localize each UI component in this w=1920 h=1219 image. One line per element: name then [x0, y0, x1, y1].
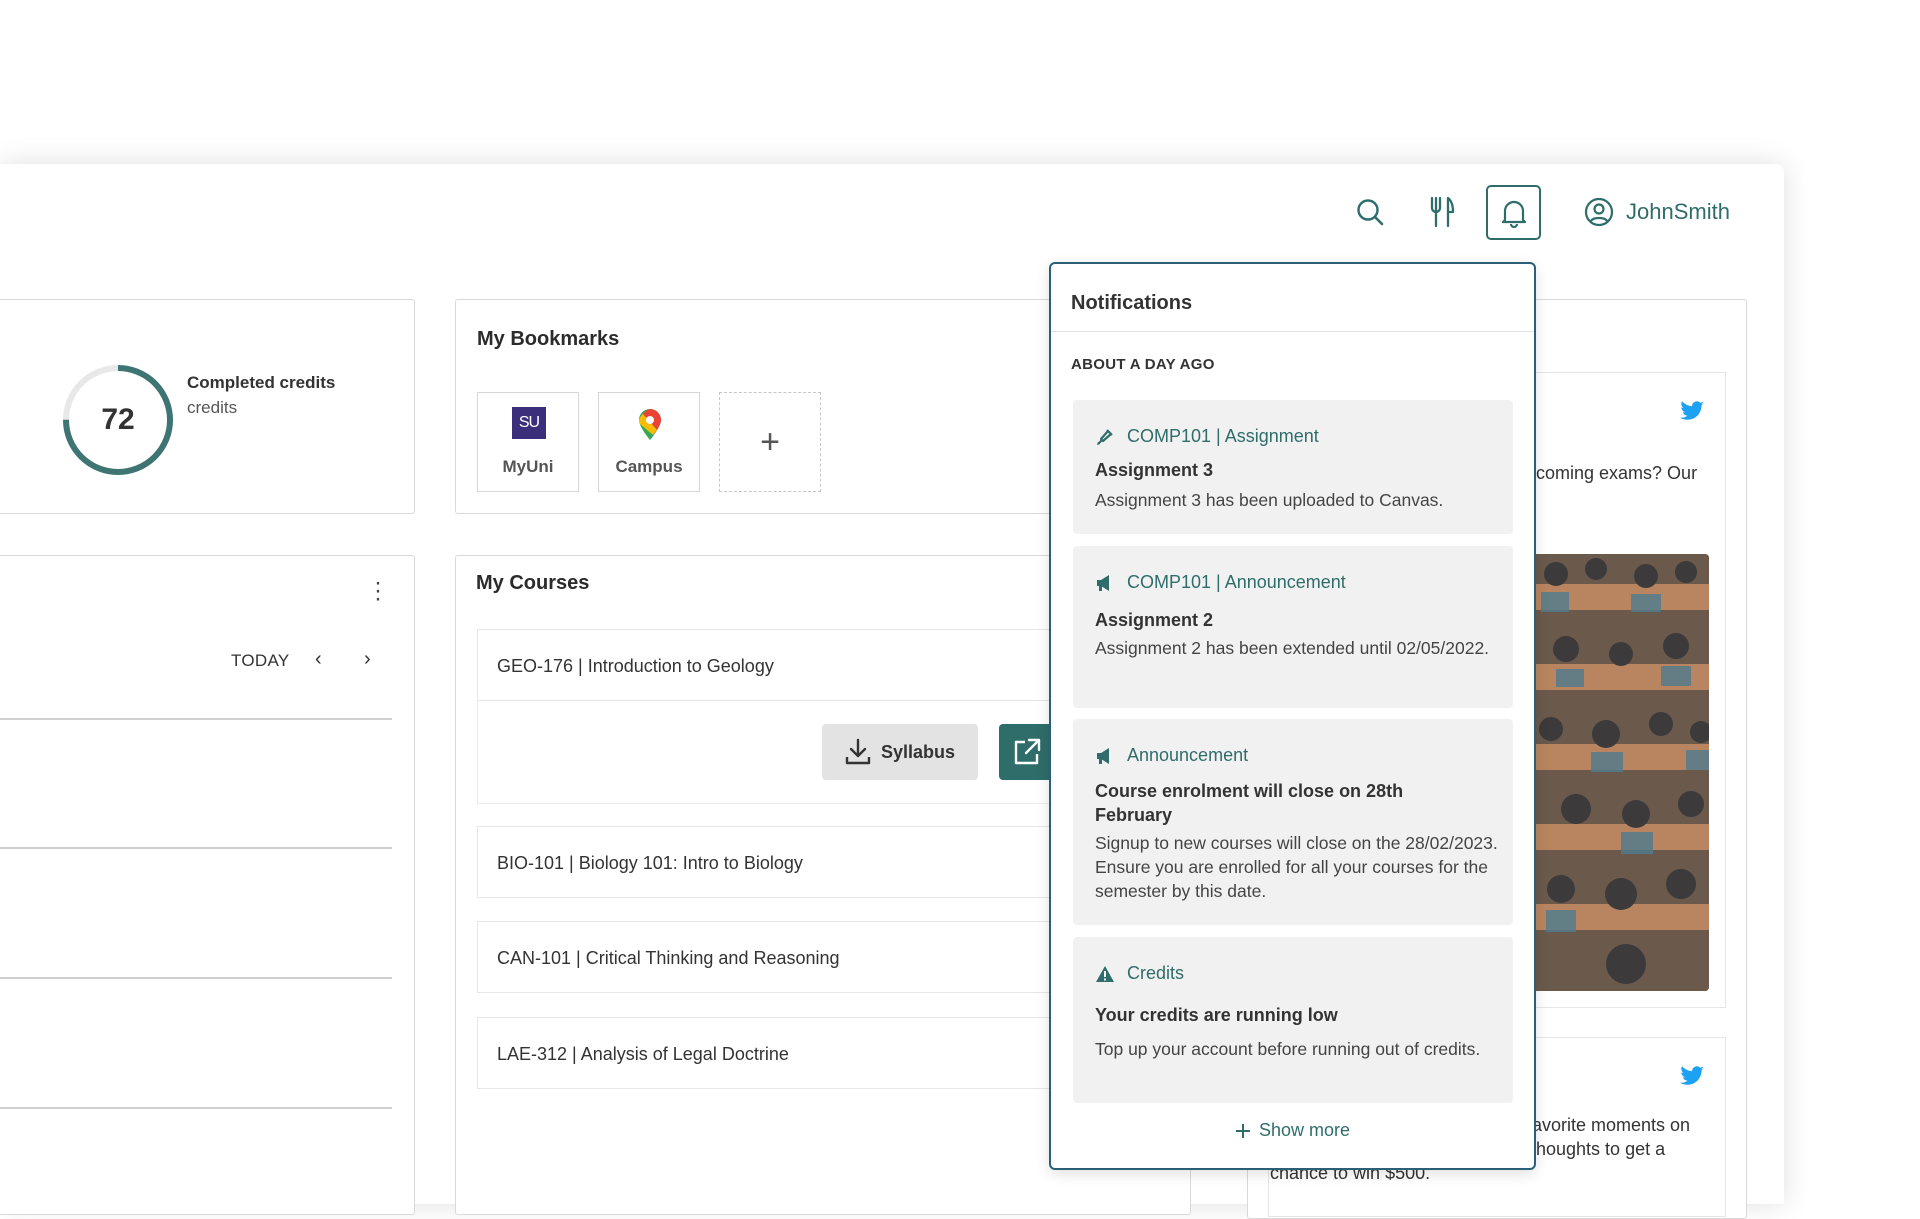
- credits-sublabel: credits: [187, 398, 238, 417]
- calendar-divider: [0, 847, 392, 849]
- credits-value: 72: [101, 403, 135, 436]
- more-options-icon[interactable]: · · ·: [374, 571, 384, 611]
- plus-icon: [1235, 1123, 1250, 1138]
- notifications-section-label: ABOUT A DAY AGO: [1071, 356, 1215, 373]
- bookmark-label: MyUni: [502, 457, 554, 476]
- bookmarks-title: My Bookmarks: [477, 328, 620, 350]
- course-name: LAE-312 | Analysis of Legal Doctrine: [497, 1044, 789, 1064]
- lecture-hall-photo: [1536, 554, 1709, 991]
- courses-title: My Courses: [476, 572, 590, 594]
- open-course-button[interactable]: [999, 724, 1055, 780]
- notifications-bell-button[interactable]: [1486, 185, 1541, 240]
- feed-post-text-line: avorite moments on: [1532, 1115, 1691, 1135]
- notification-category: Credits: [1127, 963, 1185, 983]
- feed-post-text-line: houghts to get a: [1536, 1139, 1666, 1159]
- restaurant-icon[interactable]: [1424, 194, 1460, 230]
- bookmark-myuni[interactable]: SU MyUni: [477, 392, 579, 492]
- megaphone-icon: [1097, 574, 1109, 591]
- notification-body: Assignment 2 has been extended until 02/…: [1095, 638, 1490, 658]
- twitter-icon: [1680, 401, 1704, 420]
- twitter-icon: [1680, 1066, 1704, 1085]
- syllabus-button[interactable]: Syllabus: [822, 724, 978, 780]
- course-row-bio101[interactable]: BIO-101 | Biology 101: Intro to Biology: [477, 826, 1077, 898]
- bookmark-campus[interactable]: Campus: [598, 392, 700, 492]
- external-link-icon: [1014, 738, 1041, 765]
- notification-body: Assignment 3 has been uploaded to Canvas…: [1095, 490, 1444, 510]
- next-arrow-icon[interactable]: ›: [364, 648, 371, 671]
- notifications-panel: Notifications ABOUT A DAY AGO COMP101 | …: [1049, 262, 1536, 1170]
- notification-title: Your credits are running low: [1095, 1005, 1338, 1025]
- show-more-label: Show more: [1258, 1120, 1351, 1140]
- notification-item[interactable]: Credits Your credits are running low Top…: [1073, 937, 1513, 1103]
- notification-item[interactable]: COMP101 | Announcement Assignment 2 Assi…: [1073, 546, 1513, 708]
- notification-title: Assignment 2: [1095, 610, 1214, 630]
- course-row-geo176[interactable]: GEO-176 | Introduction to Geology: [477, 629, 1077, 701]
- notification-category: Announcement: [1127, 745, 1249, 765]
- bookmark-label: Campus: [615, 457, 683, 476]
- notification-item[interactable]: Announcement Course enrolment will close…: [1073, 719, 1513, 925]
- prev-arrow-icon[interactable]: ‹: [315, 648, 322, 671]
- course-row-can101[interactable]: CAN-101 | Critical Thinking and Reasonin…: [477, 921, 1077, 993]
- calendar-card: [0, 555, 415, 1215]
- notification-category: COMP101 | Announcement: [1127, 572, 1346, 592]
- bell-icon: [1501, 200, 1526, 228]
- notification-body: Top up your account before running out o…: [1095, 1039, 1481, 1059]
- calendar-divider: [0, 718, 392, 720]
- notification-item[interactable]: COMP101 | Assignment Assignment 3 Assign…: [1073, 400, 1513, 534]
- syllabus-label: Syllabus: [880, 741, 956, 762]
- notification-title: Assignment 3: [1095, 460, 1214, 480]
- user-menu[interactable]: JohnSmith: [1584, 194, 1730, 230]
- pen-icon: [1097, 428, 1113, 445]
- username: JohnSmith: [1626, 199, 1730, 224]
- search-icon[interactable]: [1352, 194, 1388, 230]
- course-expanded-panel: [477, 700, 1077, 804]
- notifications-title: Notifications: [1071, 292, 1193, 314]
- su-logo-icon: SU: [512, 407, 546, 439]
- add-bookmark-button[interactable]: +: [719, 392, 821, 492]
- course-name: GEO-176 | Introduction to Geology: [497, 656, 774, 676]
- megaphone-icon: [1097, 747, 1109, 764]
- user-avatar-icon: [1584, 197, 1614, 227]
- notification-category: COMP101 | Assignment: [1127, 426, 1319, 446]
- credits-label: Completed credits: [187, 373, 336, 392]
- course-name: BIO-101 | Biology 101: Intro to Biology: [497, 853, 803, 873]
- feed-post-text: coming exams? Our: [1536, 463, 1698, 483]
- course-row-lae312[interactable]: LAE-312 | Analysis of Legal Doctrine: [477, 1017, 1077, 1089]
- calendar-divider: [0, 977, 392, 979]
- today-button[interactable]: TODAY: [231, 651, 290, 671]
- course-name: CAN-101 | Critical Thinking and Reasonin…: [497, 948, 840, 968]
- notification-body: Signup to new courses will close on the …: [1095, 833, 1498, 901]
- show-more-button[interactable]: Show more: [1051, 1120, 1534, 1141]
- calendar-divider: [0, 1107, 392, 1109]
- download-icon: [845, 738, 871, 765]
- divider: [1051, 331, 1534, 332]
- map-pin-icon: [639, 409, 661, 440]
- notification-title: Course enrolment will close on 28th Febr…: [1095, 781, 1404, 825]
- warning-icon: [1096, 965, 1114, 982]
